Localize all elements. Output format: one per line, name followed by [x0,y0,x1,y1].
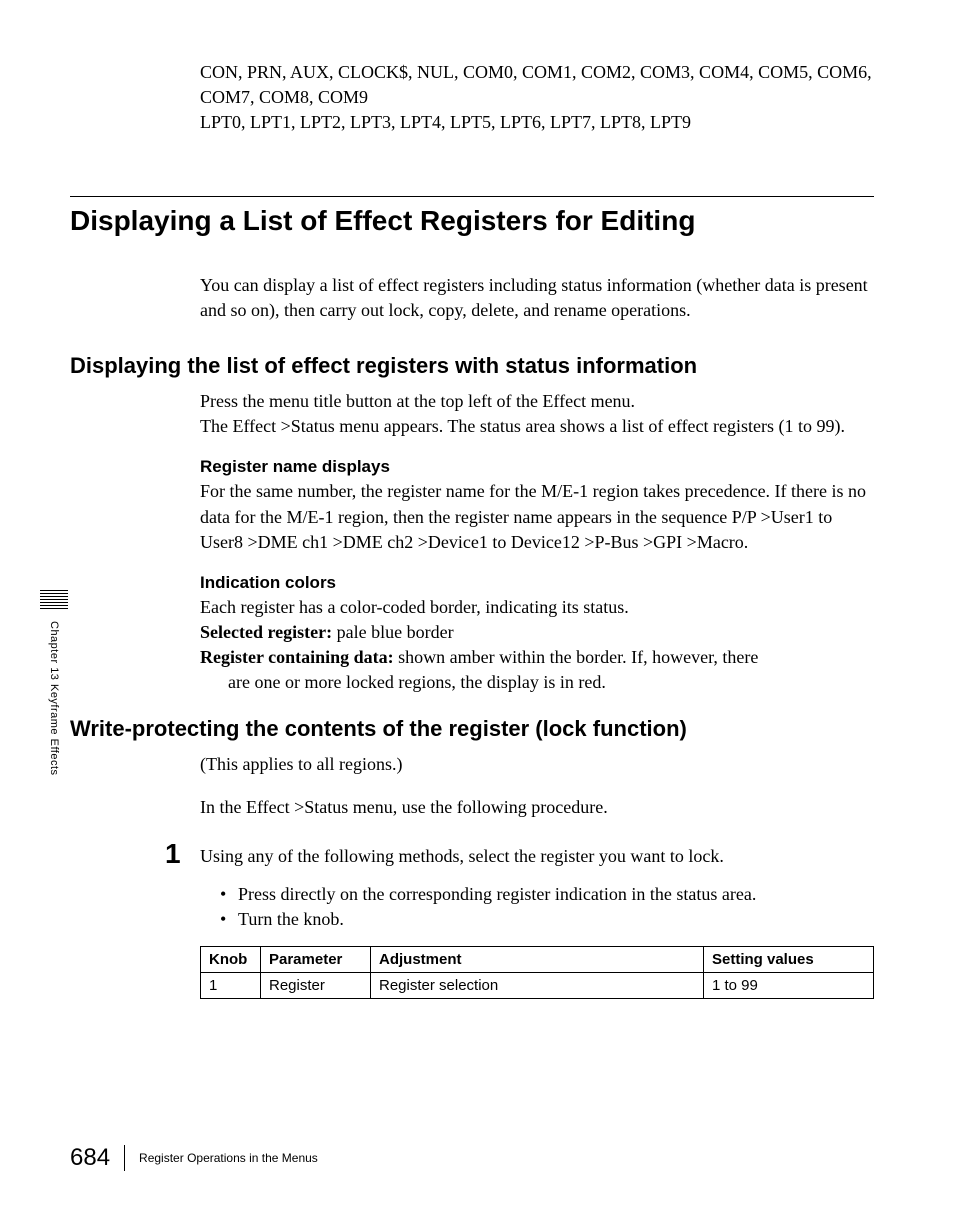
th-parameter: Parameter [261,947,371,973]
step-number: 1 [165,838,200,870]
bullet-text: Press directly on the corresponding regi… [238,882,756,907]
th-setting: Setting values [704,947,874,973]
section2-para1: (This applies to all regions.) [200,752,874,777]
th-adjustment: Adjustment [371,947,704,973]
reserved-names-line2: LPT0, LPT1, LPT2, LPT3, LPT4, LPT5, LPT6… [200,112,691,132]
marker-lines-icon [40,590,68,611]
def-term: Selected register: [200,622,332,642]
indication-intro: Each register has a color-coded border, … [200,595,874,620]
bullet-icon: • [220,907,238,932]
bullet-item: • Turn the knob. [220,907,874,932]
def-term: Register containing data: [200,647,394,667]
indication-colors-definitions: Each register has a color-coded border, … [200,595,874,696]
table-header-row: Knob Parameter Adjustment Setting values [201,947,874,973]
section-divider [70,196,874,197]
td-parameter: Register [261,973,371,999]
def-desc: shown amber within the border. If, howev… [394,647,759,667]
register-name-heading: Register name displays [200,457,874,477]
def-register-data-cont: are one or more locked regions, the disp… [200,670,874,695]
step-1: 1 Using any of the following methods, se… [165,838,874,870]
page-number: 684 [70,1144,124,1172]
td-setting: 1 to 99 [704,973,874,999]
step-text: Using any of the following methods, sele… [200,838,724,869]
th-knob: Knob [201,947,261,973]
intro-paragraph: You can display a list of effect registe… [200,273,874,323]
top-reserved-names: CON, PRN, AUX, CLOCK$, NUL, COM0, COM1, … [200,60,874,136]
bullet-item: • Press directly on the corresponding re… [220,882,874,907]
footer-section-title: Register Operations in the Menus [139,1151,318,1165]
def-selected-register: Selected register: pale blue border [200,620,874,645]
footer-divider [124,1145,125,1171]
def-desc: pale blue border [332,622,453,642]
page-footer: 684 Register Operations in the Menus [70,1144,318,1172]
reserved-names-line1: CON, PRN, AUX, CLOCK$, NUL, COM0, COM1, … [200,62,872,107]
page-title: Displaying a List of Effect Registers fo… [70,205,874,237]
td-adjustment: Register selection [371,973,704,999]
sidebar-marker: Chapter 13 Keyframe Effects [40,590,68,776]
section2-para2: In the Effect >Status menu, use the foll… [200,795,874,820]
section1-paragraph: Press the menu title button at the top l… [200,389,874,439]
td-knob: 1 [201,973,261,999]
section1-heading: Displaying the list of effect registers … [70,353,874,379]
bullet-icon: • [220,882,238,907]
indication-colors-heading: Indication colors [200,573,874,593]
table-row: 1 Register Register selection 1 to 99 [201,973,874,999]
section2-heading: Write-protecting the contents of the reg… [70,716,874,742]
register-name-paragraph: For the same number, the register name f… [200,479,874,555]
knob-table: Knob Parameter Adjustment Setting values… [200,946,874,999]
bullet-text: Turn the knob. [238,907,344,932]
sidebar-chapter-label: Chapter 13 Keyframe Effects [48,621,60,776]
def-register-data: Register containing data: shown amber wi… [200,645,874,670]
step1-bullets: • Press directly on the corresponding re… [220,882,874,932]
